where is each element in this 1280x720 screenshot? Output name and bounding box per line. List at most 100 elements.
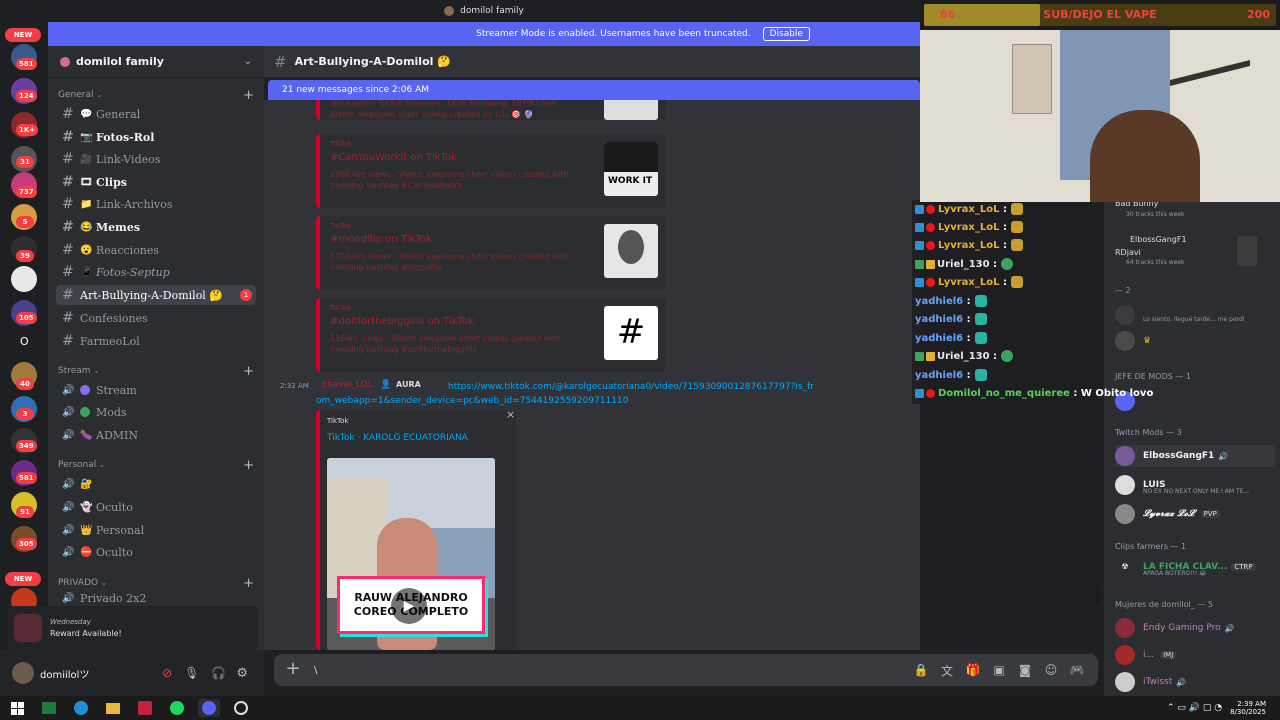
- apps-icon[interactable]: 🎮: [1064, 663, 1090, 677]
- windows-start-icon[interactable]: [6, 699, 28, 717]
- category-stream[interactable]: Stream ⌄ +: [58, 364, 254, 379]
- lock-icon[interactable]: 🔒: [908, 663, 934, 677]
- discord-taskbar-icon[interactable]: [198, 699, 220, 717]
- hashtag-icon[interactable]: #: [604, 306, 658, 360]
- chat-user: yadhiel6: [915, 313, 964, 325]
- sticker-icon[interactable]: ◙: [1012, 663, 1038, 677]
- server-badge: 349: [16, 440, 37, 452]
- tiktok-embed[interactable]: @ilusion0's TikTok followers, 1836 Follo…: [316, 100, 666, 120]
- gift-icon[interactable]: 🎁: [960, 663, 986, 677]
- embed-thumbnail[interactable]: WORK IT: [604, 142, 658, 196]
- member-item[interactable]: Lo siento, llegué tarde... me perdí: [1115, 304, 1275, 326]
- member-item[interactable]: ♛: [1115, 330, 1275, 352]
- voice-locked[interactable]: 🔊 🔐: [56, 474, 256, 494]
- channel-memes[interactable]: # 😂 Memes: [56, 217, 256, 237]
- stream-chat-line: yadhiel6 :: [915, 292, 987, 310]
- category-privado[interactable]: PRIVADO ⌄ +: [58, 576, 254, 591]
- clock[interactable]: 2:39 AM 8/30/2025: [1230, 700, 1266, 716]
- microphone-icon[interactable]: 🎙: [184, 666, 199, 680]
- channel-farmeolol[interactable]: # FarmeoLol: [56, 331, 256, 351]
- member-item[interactable]: i... IMJ: [1115, 644, 1275, 666]
- embed-thumbnail[interactable]: [604, 224, 658, 278]
- voice-stream[interactable]: 🔊 Stream: [56, 380, 256, 400]
- video-embed[interactable]: TikTok TikTok · KAROLG ECUATORIANA RAUW …: [316, 410, 516, 650]
- spotify-icon[interactable]: [166, 699, 188, 717]
- edge-icon[interactable]: [70, 699, 92, 717]
- channel-header: # Art-Bullying-A-Domilol 🤔: [264, 46, 920, 78]
- member-item[interactable]: ☢ LA FICHA CLAV... CTRP APAGA BOTERO!!! 😂: [1115, 556, 1275, 578]
- terminal-icon[interactable]: [38, 699, 60, 717]
- voice-privado[interactable]: 🔊 Privado 2x2: [56, 592, 256, 604]
- video-thumbnail[interactable]: RAUW ALEJANDRO COREO COMPLETO ▶: [327, 458, 495, 650]
- channel-clips[interactable]: # 🎞 Clips: [56, 172, 256, 192]
- surprised-emoji-icon: 😮: [80, 244, 93, 256]
- speaker-icon: 🔊: [62, 429, 75, 441]
- server-header[interactable]: domilol family ⌄: [48, 46, 264, 78]
- headphones-icon[interactable]: 🎧: [211, 666, 226, 680]
- channel-fotos-rol[interactable]: # 📷 Fotos-Rol: [56, 127, 256, 147]
- hash-icon: #: [62, 219, 74, 235]
- disable-button[interactable]: Disable: [762, 27, 810, 41]
- channel-fotos-septup[interactable]: # 📱 Fotos-Septup: [56, 262, 256, 282]
- channel-link-archivos[interactable]: # 📁 Link-Archivos: [56, 194, 256, 214]
- speaker-icon: 🔊: [62, 384, 75, 396]
- channel-art-bullying[interactable]: # Art-Bullying-A-Domilol 🤔 1: [56, 285, 256, 305]
- message-composer[interactable]: + \ 🔒 文 🎁 ▣ ◙ ☺ 🎮: [274, 654, 1098, 686]
- category-personal[interactable]: Personal ⌄ +: [58, 458, 254, 473]
- tiktok-embed[interactable]: TikTok #doitforthebiggirls on TikTok 116…: [316, 298, 666, 372]
- translate-icon[interactable]: 文: [934, 662, 960, 679]
- member-item[interactable]: Endy Gaming Pro 🔊: [1115, 617, 1275, 639]
- tray-icons[interactable]: ⌃ ▭ 🔊 ▢ ◔: [1167, 703, 1222, 713]
- embed-thumbnail[interactable]: [604, 100, 658, 120]
- tiktok-embed[interactable]: TikTok #CanYouWorkIt on TikTok 6900.0m v…: [316, 134, 666, 208]
- message-input[interactable]: \: [314, 665, 908, 676]
- chevron-down-icon: ⌄: [100, 579, 107, 587]
- gear-icon[interactable]: ⚙: [236, 666, 248, 681]
- reward-notification[interactable]: Wednesday Reward Available!: [8, 606, 258, 650]
- embed-title[interactable]: TikTok · KAROLG ECUATORIANA: [327, 433, 468, 443]
- emoji-icon[interactable]: ☺: [1038, 663, 1064, 677]
- voice-oculto-2[interactable]: 🔊 ⛔ Oculto: [56, 542, 256, 562]
- close-icon[interactable]: ×: [506, 408, 515, 421]
- server-badge: 737: [16, 186, 37, 198]
- channel-reacciones[interactable]: # 😮 Reacciones: [56, 240, 256, 260]
- add-channel-icon[interactable]: +: [243, 88, 254, 103]
- member-item[interactable]: LUIS NO EX NO NEXT ONLY ME I AM TE...: [1115, 474, 1275, 496]
- voice-admin[interactable]: 🔊 🍆 ADMIN: [56, 425, 256, 445]
- voice-oculto-1[interactable]: 🔊 👻 Oculto: [56, 497, 256, 517]
- member-category: Clips farmers — 1: [1115, 542, 1187, 551]
- member-item[interactable]: iTwisst 🔊: [1115, 672, 1275, 692]
- new-messages-bar[interactable]: 21 new messages since 2:06 AM: [268, 80, 920, 100]
- stream-chat-line: Lyvrax_LoL :: [915, 273, 1023, 291]
- server-letter[interactable]: O: [20, 335, 29, 348]
- add-channel-icon[interactable]: +: [243, 364, 254, 379]
- add-channel-icon[interactable]: +: [243, 458, 254, 473]
- camera-off-icon[interactable]: ⊘: [162, 666, 172, 680]
- add-channel-icon[interactable]: +: [243, 576, 254, 591]
- message-link[interactable]: https://www.tiktok.com/@karolgecuatorian…: [316, 380, 816, 408]
- chevron-down-icon: ⌄: [99, 461, 106, 469]
- channel-link-videos[interactable]: # 🎥 Link-Videos: [56, 149, 256, 169]
- channel-label: Stream: [96, 383, 137, 397]
- channel-label: Clips: [96, 175, 127, 189]
- category-general[interactable]: General ⌄ +: [58, 88, 254, 103]
- server-icon[interactable]: [11, 266, 37, 292]
- activity-user[interactable]: ElbossGangF1: [1130, 235, 1187, 244]
- tiktok-embed[interactable]: TikTok #moodflip on TikTok 5700.0m views…: [316, 216, 666, 290]
- app-red-icon[interactable]: [134, 699, 156, 717]
- embed-description: @ilusion0's TikTok followers, 1836 Follo…: [330, 100, 562, 119]
- member-item[interactable]: ElbossGangF1 🔊: [1115, 445, 1275, 467]
- voice-mods[interactable]: 🔊 Mods: [56, 402, 256, 422]
- channel-confesiones[interactable]: # Confesiones: [56, 308, 256, 328]
- voice-personal[interactable]: 🔊 👑 Personal: [56, 520, 256, 540]
- mod-badge-icon: [926, 388, 935, 398]
- file-explorer-icon[interactable]: [102, 699, 124, 717]
- channel-general[interactable]: # 💬 General: [56, 104, 256, 124]
- obs-icon[interactable]: [230, 699, 252, 717]
- gif-icon[interactable]: ▣: [986, 663, 1012, 677]
- attach-plus-icon[interactable]: +: [282, 659, 304, 681]
- play-icon[interactable]: ▶: [391, 588, 427, 624]
- avatar[interactable]: [12, 662, 34, 684]
- member-item[interactable]: 𝓛𝔂𝓿𝓻𝓪𝔁 𝓛𝓸𝓛 PVP: [1115, 503, 1275, 525]
- scrollbar-thumb[interactable]: [1096, 586, 1100, 604]
